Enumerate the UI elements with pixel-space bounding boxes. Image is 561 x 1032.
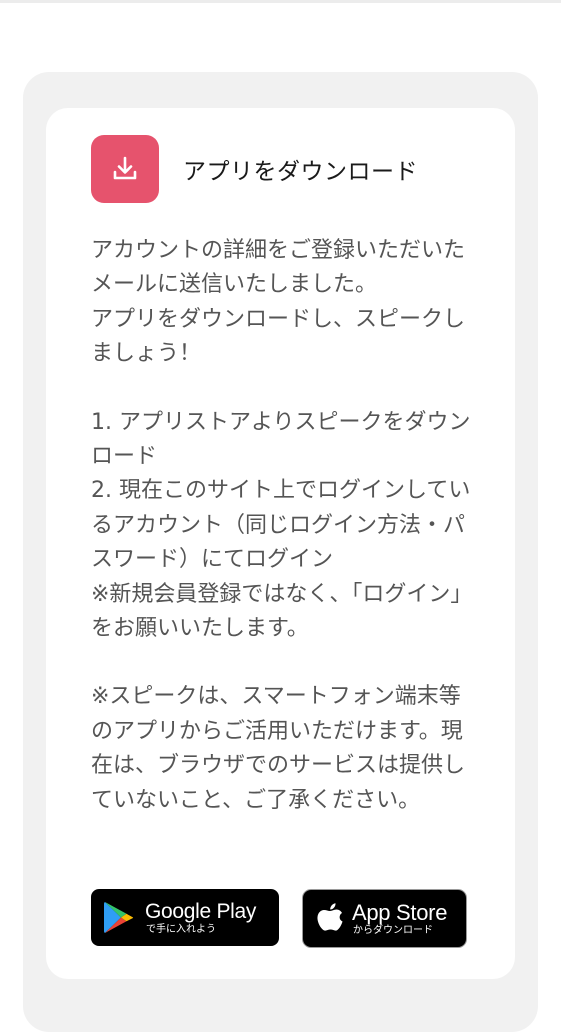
google-play-label: Google Play: [145, 899, 257, 923]
message-paragraph-note: ※スピークは、スマートフォン端末等のアプリからご活用いただけます。現在は、ブラウ…: [91, 684, 466, 813]
google-play-icon: [103, 900, 135, 935]
app-store-label: App Store: [352, 899, 448, 925]
download-icon: [91, 135, 159, 203]
store-badges: Google Play で手に入れよう App Store からダウンロード: [91, 889, 469, 950]
instruction-message: アカウントの詳細をご登録いただいたメールに送信いたしました。 アプリをダウンロー…: [91, 234, 471, 818]
card-header: アプリをダウンロード: [91, 135, 418, 203]
top-divider: [0, 0, 561, 3]
app-store-button[interactable]: App Store からダウンロード: [302, 889, 467, 948]
app-store-sublabel: からダウンロード: [353, 924, 433, 936]
card-title: アプリをダウンロード: [183, 159, 418, 185]
download-app-card: アプリをダウンロード アカウントの詳細をご登録いただいたメールに送信いたしました…: [46, 108, 515, 979]
google-play-button[interactable]: Google Play で手に入れよう: [91, 889, 279, 946]
apple-icon: [316, 902, 344, 935]
google-play-sublabel: で手に入れよう: [146, 923, 216, 935]
message-paragraph-intro: アカウントの詳細をご登録いただいたメールに送信いたしました。 アプリをダウンロー…: [91, 238, 466, 367]
message-paragraph-steps: 1. アプリストアよりスピークをダウンロード 2. 現在このサイト上でログインし…: [91, 409, 471, 642]
